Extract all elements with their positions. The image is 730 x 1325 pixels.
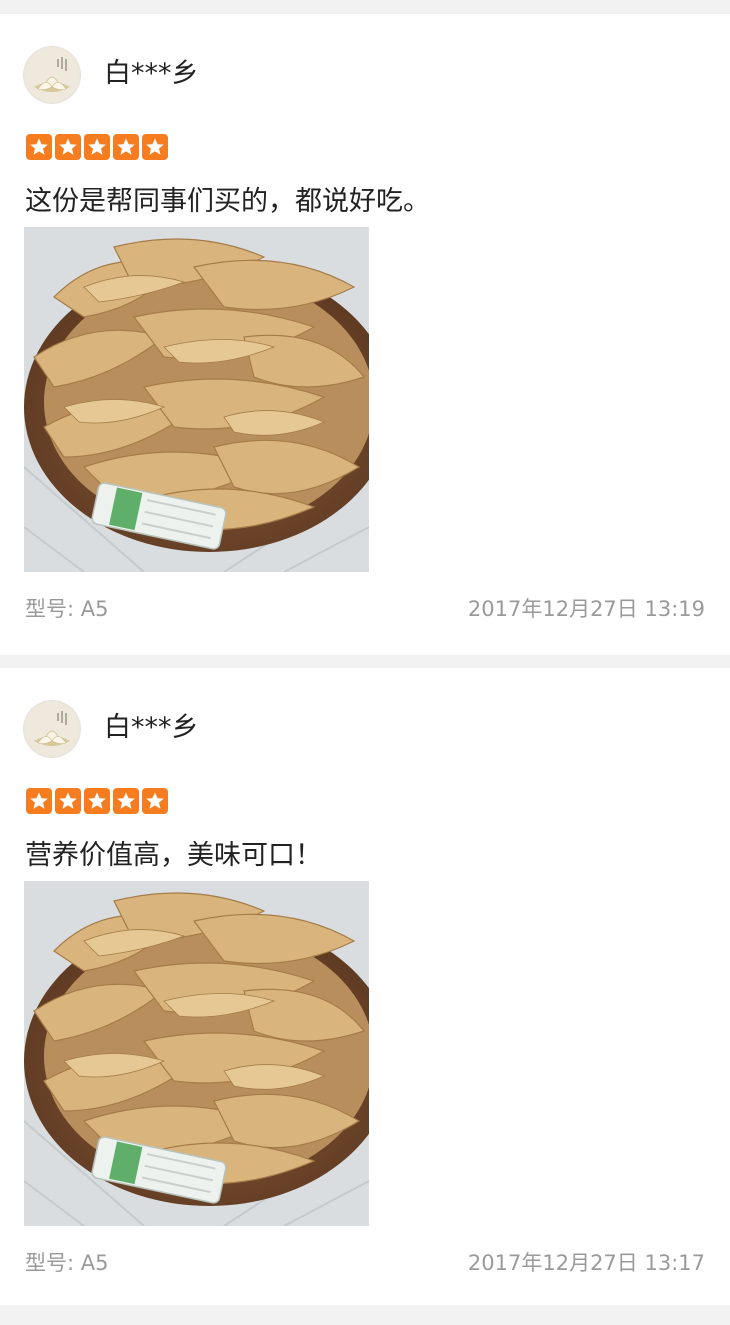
model-label: 型号: — [25, 597, 75, 621]
username: 白***乡 — [104, 712, 199, 743]
star-icon — [142, 134, 168, 160]
user-avatar[interactable] — [24, 701, 80, 757]
review-comment: 这份是帮同事们买的，都说好吃。 — [25, 186, 430, 217]
model-info: 型号: A5 — [25, 594, 109, 624]
rating-stars — [26, 134, 168, 160]
star-icon — [26, 134, 52, 160]
model-info: 型号: A5 — [25, 1248, 109, 1278]
model-label: 型号: — [25, 1251, 75, 1275]
star-icon — [84, 134, 110, 160]
star-icon — [142, 788, 168, 814]
star-icon — [55, 134, 81, 160]
review-comment: 营养价值高，美味可口！ — [25, 840, 322, 871]
star-icon — [84, 788, 110, 814]
user-avatar[interactable] — [24, 47, 80, 103]
model-value: A5 — [80, 597, 109, 621]
star-icon — [113, 134, 139, 160]
rating-stars — [26, 788, 168, 814]
review-card: 白***乡 这份是帮同事们买的，都说好吃。 型号: A5 2017年12月27日… — [0, 14, 730, 655]
review-photo[interactable] — [24, 881, 369, 1226]
review-time: 2017年12月27日 13:19 — [467, 597, 705, 621]
model-value: A5 — [80, 1251, 109, 1275]
review-time: 2017年12月27日 13:17 — [467, 1251, 705, 1275]
star-icon — [26, 788, 52, 814]
review-photo[interactable] — [24, 227, 369, 572]
username: 白***乡 — [104, 58, 199, 89]
star-icon — [55, 788, 81, 814]
top-divider — [0, 0, 730, 14]
star-icon — [113, 788, 139, 814]
review-card: 白***乡 营养价值高，美味可口！ 型号: A5 2017年12月27日 13:… — [0, 668, 730, 1305]
